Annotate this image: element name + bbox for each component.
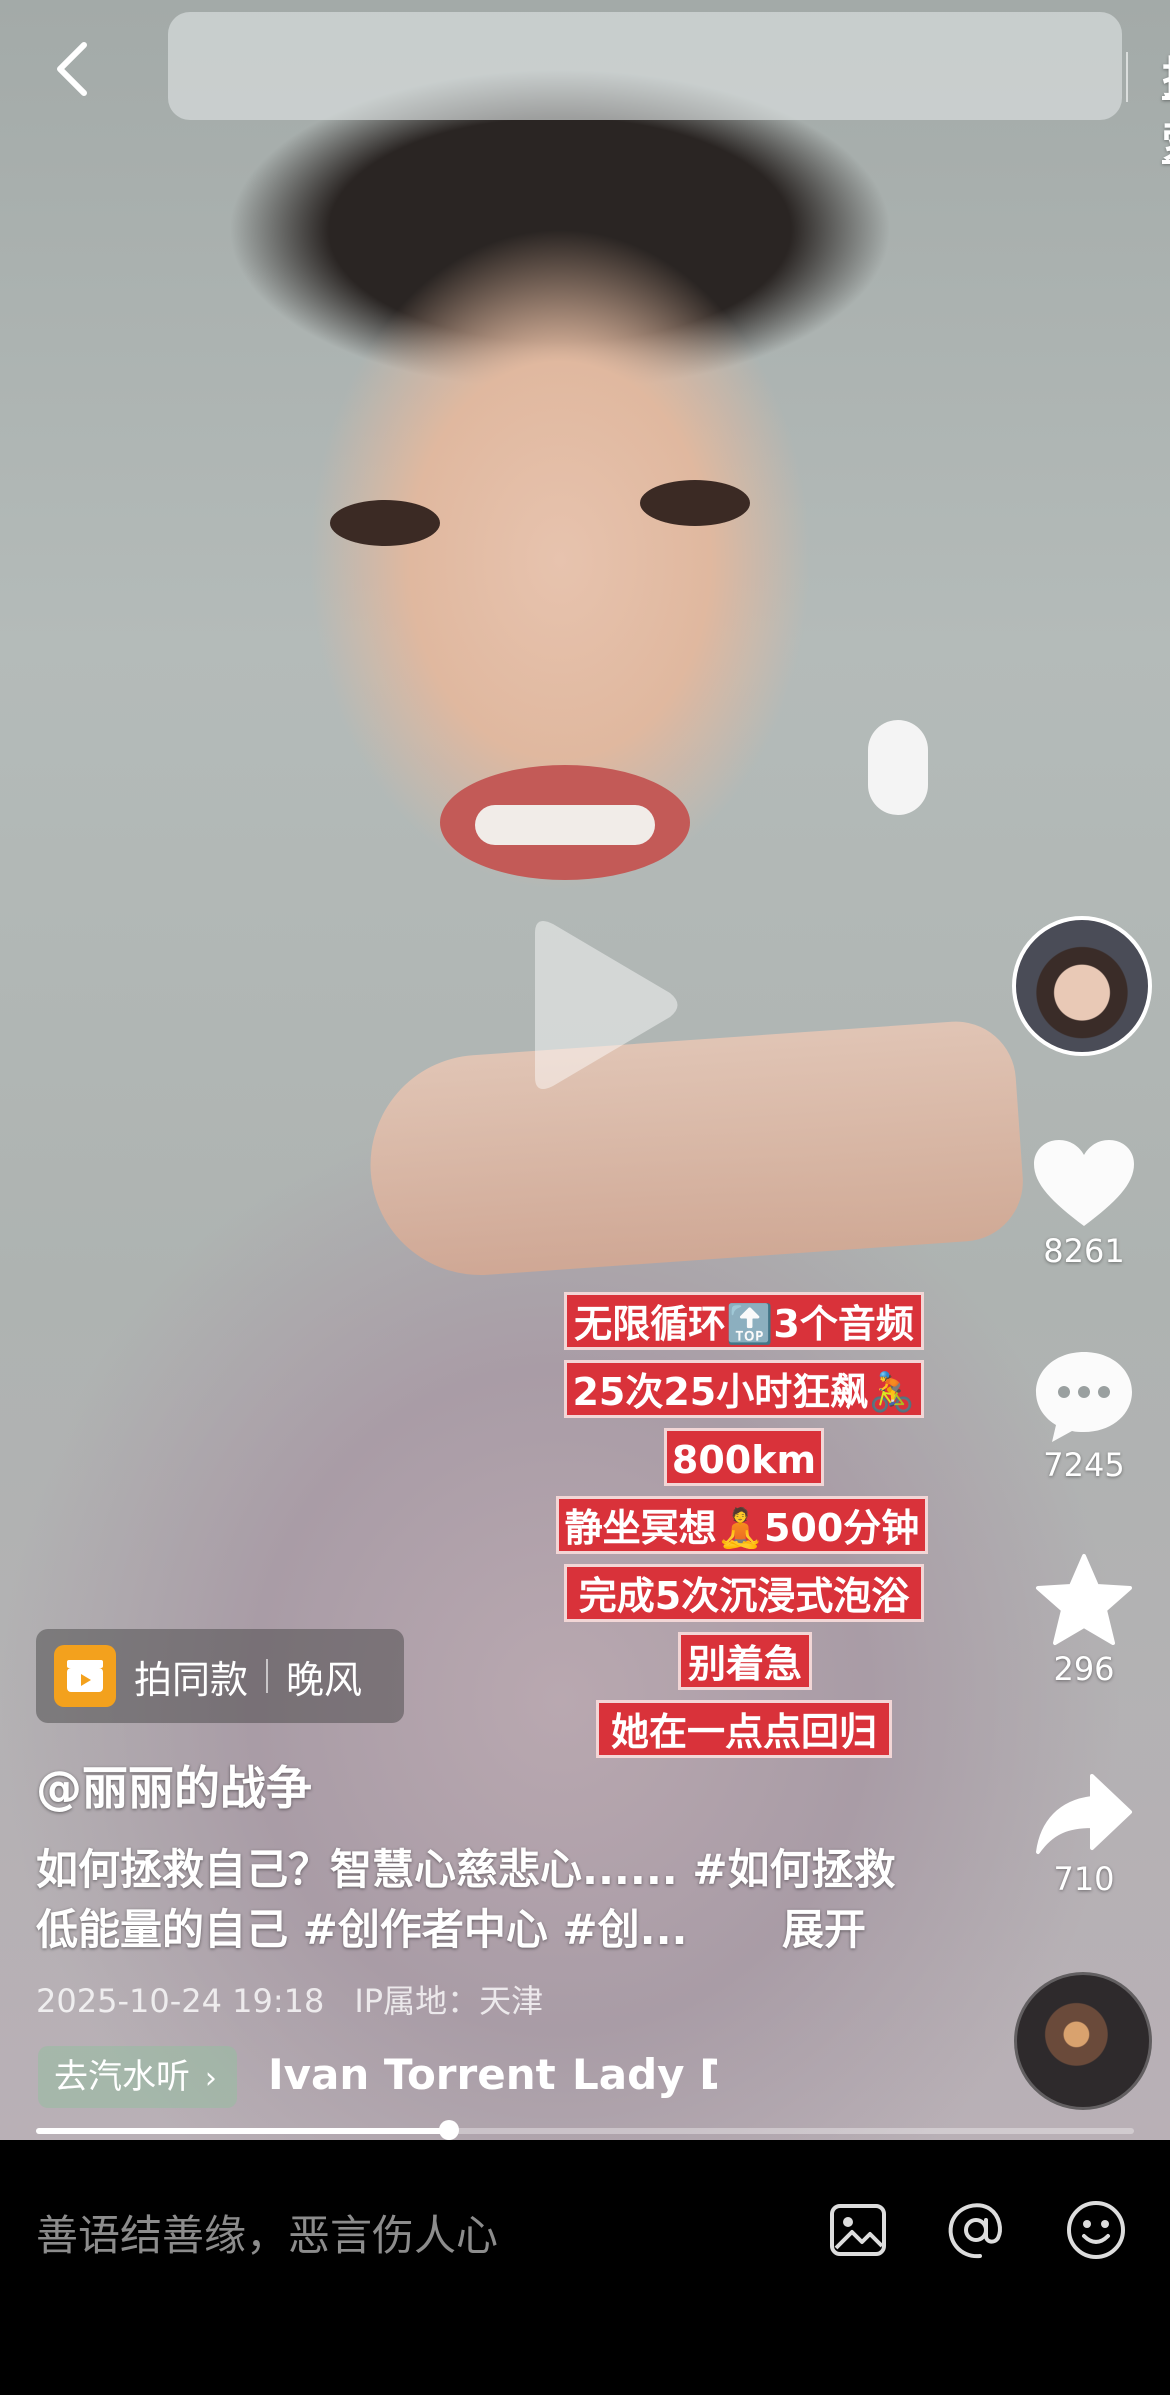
author-name[interactable]: @丽丽的战争 — [36, 1752, 312, 1818]
comment-button[interactable]: 7245 — [1022, 1348, 1146, 1484]
same-style-chip[interactable]: 拍同款 晚风 — [36, 1629, 404, 1723]
music-disc[interactable] — [1014, 1972, 1152, 2110]
same-style-song: 晚风 — [286, 1657, 363, 1702]
caption-line: 800km — [664, 1428, 824, 1486]
like-count: 8261 — [1043, 1232, 1125, 1270]
like-button[interactable]: 8261 — [1022, 1138, 1146, 1270]
caption-line: 无限循环🔝3个音频 — [564, 1292, 924, 1350]
listen-on-qishui-button[interactable]: 去汽水听 › — [38, 2046, 237, 2108]
music-track-title[interactable]: Ivan Torrent — [268, 2050, 556, 2099]
music-track-title[interactable]: Lady D — [572, 2050, 717, 2099]
caption-line: 别着急 — [678, 1632, 812, 1690]
share-button[interactable]: 710 — [1022, 1772, 1146, 1898]
caption-line: 25次25小时狂飙🚴 — [564, 1360, 924, 1418]
chevron-left-icon — [57, 42, 87, 96]
back-button[interactable] — [42, 36, 102, 102]
caption-line: 她在一点点回归 — [596, 1700, 892, 1758]
favorite-count: 296 — [1053, 1650, 1115, 1688]
search-button[interactable]: 搜索 — [1162, 42, 1170, 170]
progress-fill — [36, 2128, 449, 2134]
play-icon[interactable] — [505, 915, 685, 1095]
clapperboard-icon — [54, 1645, 116, 1707]
star-icon — [1036, 1554, 1132, 1645]
search-divider — [1126, 52, 1128, 102]
comment-input[interactable]: 善语结善缘，恶言伤人心 — [36, 2202, 498, 2263]
comment-bubble-icon — [1036, 1352, 1132, 1442]
same-style-separator — [266, 1659, 269, 1693]
progress-handle[interactable] — [438, 2120, 459, 2140]
comment-count: 7245 — [1043, 1446, 1125, 1484]
at-icon[interactable] — [944, 2198, 1008, 2262]
share-count: 710 — [1053, 1860, 1115, 1898]
caption-line: 完成5次沉浸式泡浴 — [564, 1564, 924, 1622]
post-meta: 2025-10-24 19:18 IP属地：天津 — [36, 1976, 543, 2022]
listen-label: 去汽水听 — [54, 2057, 190, 2097]
author-avatar[interactable] — [1012, 916, 1152, 1056]
expand-button[interactable]: 展开 — [782, 1900, 866, 1960]
video-subject-eye-right — [640, 480, 750, 526]
video-subject-earbud — [868, 720, 928, 815]
video-screen: 搜索 无限循环🔝3个音频 25次25小时狂飙🚴 800km 静坐冥想🧘500分钟… — [0, 0, 1170, 2395]
video-subject-hand — [363, 1017, 1027, 1283]
heart-icon — [1034, 1140, 1134, 1226]
chevron-right-icon: › — [204, 2061, 217, 2096]
share-arrow-icon — [1036, 1774, 1132, 1854]
favorite-button[interactable]: 296 — [1022, 1552, 1146, 1688]
emoji-icon[interactable] — [1064, 2198, 1128, 2262]
post-date: 2025-10-24 19:18 — [36, 1982, 325, 2020]
search-input[interactable]: 搜索 — [168, 12, 1170, 168]
image-icon[interactable] — [826, 2198, 890, 2262]
same-style-label: 拍同款 — [134, 1657, 249, 1702]
comment-bar: 善语结善缘，恶言伤人心 — [0, 2140, 1170, 2395]
video-subject-teeth — [475, 805, 655, 845]
video-subject-eye-left — [330, 500, 440, 546]
progress-bar[interactable] — [36, 2120, 1134, 2140]
post-ip-location: IP属地：天津 — [354, 1982, 544, 2020]
caption-line: 静坐冥想🧘500分钟 — [556, 1496, 928, 1554]
